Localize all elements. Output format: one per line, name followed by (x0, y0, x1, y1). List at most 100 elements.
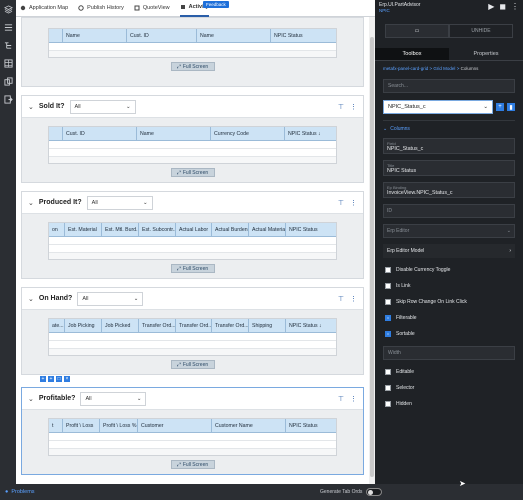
more-icon[interactable]: ⋮ (350, 103, 357, 111)
grid-column-header[interactable]: Est. Subcontr... (139, 223, 176, 236)
copy-icon[interactable] (0, 72, 16, 90)
checkbox[interactable] (385, 315, 391, 321)
export-icon[interactable] (0, 90, 16, 108)
grid-column-header[interactable]: Name (197, 29, 271, 42)
unhide-button[interactable]: UNHIDE (449, 24, 513, 38)
grid-column-header[interactable]: Transfer Ord... (176, 319, 212, 332)
tree-icon[interactable] (0, 36, 16, 54)
grid-column-header[interactable]: NPIC Status (286, 223, 336, 236)
grid-column-header[interactable]: ate... (49, 319, 65, 332)
grid-column-header[interactable]: NPIC Status ↓ (285, 127, 336, 140)
tab-toolbox[interactable]: Toolbox (375, 48, 449, 60)
checkbox[interactable] (385, 267, 391, 273)
problems-button[interactable]: ● Problems (5, 489, 35, 495)
grid-column-header[interactable]: NPIC Status ↓ (286, 319, 336, 332)
desktop-view-button[interactable]: ▭ (385, 24, 449, 38)
grid-column-header[interactable]: Cust. ID (127, 29, 197, 42)
filter-icon[interactable]: ⊤ (338, 295, 344, 303)
delete-column-button[interactable]: ▮ (507, 103, 515, 111)
save-icon[interactable]: ◼ (499, 2, 506, 11)
more-icon[interactable]: ⋮ (350, 199, 357, 207)
grid-column-header[interactable]: t (49, 419, 63, 432)
tab-application-map[interactable]: Application Map (20, 0, 68, 17)
more-icon[interactable]: ⋮ (350, 295, 357, 303)
filter-icon[interactable]: ⊤ (338, 395, 344, 403)
title-input[interactable]: Title NPIC Status (383, 160, 515, 176)
grid-column-header[interactable]: NPIC Status (271, 29, 336, 42)
checkbox[interactable] (385, 385, 391, 391)
is-link-checkbox[interactable]: Is Link (385, 282, 515, 290)
hidden-checkbox[interactable]: Hidden (385, 400, 515, 408)
full-screen-button[interactable]: ⤢ Full Screen (170, 460, 215, 469)
layers-icon[interactable] (0, 0, 16, 18)
tab-properties[interactable]: Properties (449, 48, 523, 60)
grid-column-header[interactable]: Actual Material (249, 223, 286, 236)
checkbox[interactable] (385, 369, 391, 375)
play-icon[interactable]: ▶ (488, 2, 494, 11)
skip-row-change-checkbox[interactable]: Skip Row Change On Link Click (385, 298, 515, 306)
chevron-down-icon[interactable]: ⌄ (28, 295, 34, 303)
filter-dropdown[interactable]: All ⌄ (86, 195, 153, 210)
grid-column-header[interactable]: Shipping (249, 319, 286, 332)
full-screen-button[interactable]: ⤢ Full Screen (170, 264, 215, 273)
filter-dropdown[interactable]: All ⌄ (80, 391, 147, 406)
scrollbar-thumb[interactable] (370, 37, 374, 477)
filter-dropdown[interactable]: All ⌄ (77, 291, 144, 306)
filter-icon[interactable]: ⊤ (338, 103, 344, 111)
grid-column-header[interactable]: Profit \ Loss % (100, 419, 138, 432)
feedback-button[interactable]: Feedback (203, 1, 229, 8)
grid-column-header[interactable]: Job Picking (65, 319, 102, 332)
id-input[interactable]: ID (383, 204, 515, 218)
grid-icon[interactable] (0, 54, 16, 72)
grid-column-header[interactable]: on (49, 223, 65, 236)
grid-column-header[interactable]: Transfer Ord... (139, 319, 176, 332)
editable-checkbox[interactable]: Editable (385, 368, 515, 376)
add-icon[interactable]: + (48, 376, 54, 382)
chevron-down-icon[interactable]: ⌄ (28, 199, 34, 207)
grid-column-header[interactable]: Transfer Ord... (212, 319, 249, 332)
profitable-card[interactable]: ⌄ Profitable? All ⌄ ⊤ ⋮ t Profit \ Loss Pr… (21, 387, 364, 475)
ep-binding-input[interactable]: Ep Binding InvoiceView.NPIC_Status_c (383, 182, 515, 198)
more-icon[interactable]: ⋮ (350, 395, 357, 403)
checkbox[interactable] (385, 331, 391, 337)
checkbox[interactable] (385, 283, 391, 289)
grid-column-header[interactable]: Customer (138, 419, 212, 432)
disable-currency-toggle-checkbox[interactable]: Disable Currency Toggle (385, 266, 515, 274)
delete-icon[interactable]: × (64, 376, 70, 382)
grid-column-header[interactable]: Name (63, 29, 127, 42)
grid-column-header[interactable]: NPIC Status (286, 419, 336, 432)
grid-column-header[interactable]: Actual Labor (176, 223, 212, 236)
breadcrumb-item[interactable]: Grid Model (433, 66, 455, 71)
filter-icon[interactable]: ⊤ (338, 199, 344, 207)
breadcrumb-item[interactable]: Columns (461, 66, 479, 71)
filter-dropdown[interactable]: All ⌄ (69, 99, 136, 114)
copy-icon[interactable]: □ (56, 376, 62, 382)
more-icon[interactable]: ⋮ (511, 2, 519, 11)
grid-column-header[interactable]: Cust. ID (63, 127, 137, 140)
sortable-checkbox[interactable]: Sortable (385, 330, 515, 338)
checkbox[interactable] (385, 401, 391, 407)
tab-quoteview[interactable]: QuoteView (134, 0, 170, 17)
grid-column-header[interactable]: Job Picked (102, 319, 139, 332)
filterable-checkbox[interactable]: Filterable (385, 314, 515, 322)
toggle-switch[interactable] (366, 488, 383, 496)
erp-editor-select[interactable]: Erp Editor ⌄ (383, 224, 515, 238)
selector-checkbox[interactable]: Selector (385, 384, 515, 392)
column-select[interactable]: NPIC_Status_c ⌄ (383, 100, 493, 114)
list-icon[interactable] (0, 18, 16, 36)
grid-column-header[interactable] (49, 29, 63, 42)
chevron-down-icon[interactable]: ⌄ (28, 103, 34, 111)
move-icon[interactable]: + (40, 376, 46, 382)
grid-column-header[interactable]: Currency Code (211, 127, 285, 140)
search-input[interactable]: Search... (383, 79, 515, 93)
grid-column-header[interactable]: Est. Mtl. Burd... (102, 223, 139, 236)
full-screen-button[interactable]: ⤢ Full Screen (170, 360, 215, 369)
grid-column-header[interactable] (49, 127, 63, 140)
tab-publish-history[interactable]: Publish History (78, 0, 124, 17)
chevron-down-icon[interactable]: ⌄ (28, 395, 34, 403)
checkbox[interactable] (385, 299, 391, 305)
erp-editor-model-row[interactable]: Erp Editor Model › (383, 244, 515, 258)
grid-column-header[interactable]: Customer Name (212, 419, 286, 432)
grid-column-header[interactable]: Name (137, 127, 211, 140)
full-screen-button[interactable]: ⤢ Full Screen (170, 168, 215, 177)
